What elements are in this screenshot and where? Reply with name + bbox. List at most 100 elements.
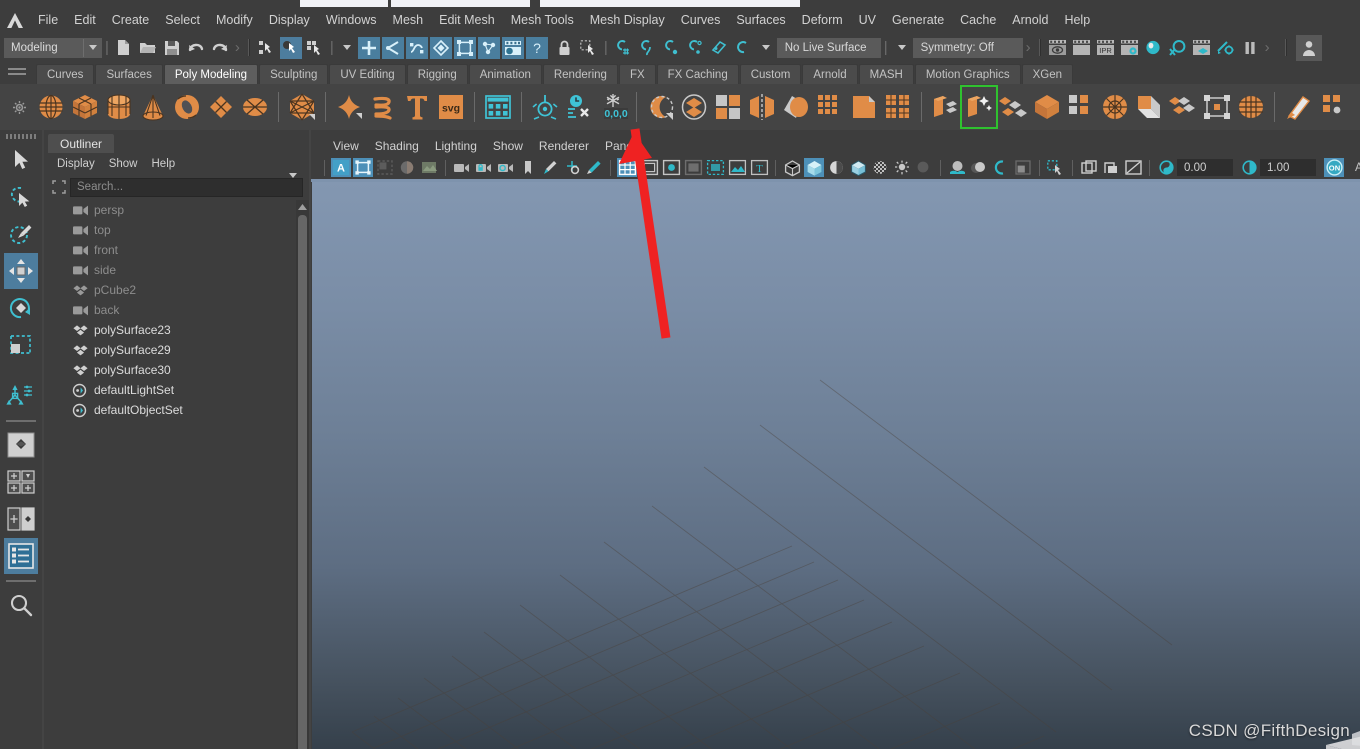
- toolbox-grip-handle[interactable]: [6, 134, 36, 139]
- paint-select-tool-icon[interactable]: [4, 216, 38, 252]
- wireframe-on-shaded-icon[interactable]: [848, 158, 868, 177]
- chevron-down-icon[interactable]: [761, 45, 770, 50]
- undo-icon[interactable]: [185, 37, 207, 59]
- outliner-item[interactable]: defaultLightSet: [49, 380, 303, 400]
- selection-filter-icon[interactable]: [48, 177, 70, 197]
- menu-deform[interactable]: Deform: [794, 7, 851, 33]
- menu-surfaces[interactable]: Surfaces: [728, 7, 793, 33]
- render-current-frame-icon[interactable]: [1047, 37, 1069, 59]
- exposure-icon[interactable]: [1156, 158, 1176, 177]
- render-settings-icon[interactable]: [1119, 37, 1141, 59]
- combine-icon[interactable]: [643, 87, 677, 127]
- menu-create[interactable]: Create: [104, 7, 158, 33]
- safe-action-icon[interactable]: [727, 158, 747, 177]
- grease-pencil-tool-icon[interactable]: [540, 158, 560, 177]
- menu-windows[interactable]: Windows: [318, 7, 385, 33]
- menu-modify[interactable]: Modify: [208, 7, 261, 33]
- extrude-icon[interactable]: [928, 87, 962, 127]
- menu-file[interactable]: File: [30, 7, 66, 33]
- save-scene-icon[interactable]: [161, 37, 183, 59]
- search-icon[interactable]: [4, 587, 38, 623]
- scrollbar-thumb[interactable]: [298, 215, 307, 749]
- multi-cut-icon[interactable]: [960, 85, 998, 129]
- maya-logo-icon[interactable]: [0, 7, 30, 33]
- four-view-layout-icon[interactable]: [4, 464, 38, 500]
- menu-curves[interactable]: Curves: [673, 7, 729, 33]
- menu-arnold[interactable]: Arnold: [1004, 7, 1056, 33]
- poly-disc-icon[interactable]: [238, 87, 272, 127]
- new-scene-icon[interactable]: [113, 37, 135, 59]
- menu-cache[interactable]: Cache: [952, 7, 1004, 33]
- outliner-item[interactable]: persp: [49, 200, 303, 220]
- bookmark-icon[interactable]: [375, 158, 395, 177]
- live-surface-field[interactable]: No Live Surface: [776, 37, 881, 58]
- shelf-tab-rendering[interactable]: Rendering: [542, 64, 618, 84]
- viewport-menu-show[interactable]: Show: [485, 136, 531, 156]
- select-by-component-type-icon[interactable]: [304, 37, 326, 59]
- image-plane-icon[interactable]: [397, 158, 417, 177]
- viewport-menu-panels[interactable]: Panels: [597, 136, 650, 156]
- shelf-tab-curves[interactable]: Curves: [36, 64, 95, 84]
- two-d-pan-zoom-icon[interactable]: [562, 158, 582, 177]
- symmetry-field[interactable]: Symmetry: Off: [912, 37, 1023, 58]
- gate-mask-toggle-icon[interactable]: [683, 158, 703, 177]
- render-view-icon[interactable]: [1191, 37, 1213, 59]
- open-scene-icon[interactable]: [137, 37, 159, 59]
- poly-sphere-icon[interactable]: [34, 87, 68, 127]
- menu-mesh-tools[interactable]: Mesh Tools: [503, 7, 582, 33]
- outliner-item[interactable]: back: [49, 300, 303, 320]
- chevron-down-icon[interactable]: [289, 173, 297, 196]
- poly-plane-icon[interactable]: [204, 87, 238, 127]
- freeze-transformations-icon[interactable]: 0,0,0: [596, 87, 630, 127]
- menu-edit-mesh[interactable]: Edit Mesh: [431, 7, 503, 33]
- isolate-select-icon[interactable]: [1046, 158, 1066, 177]
- poly-cube-icon[interactable]: [68, 87, 102, 127]
- xray-active-components-icon[interactable]: [1123, 158, 1143, 177]
- modeling-toolkit-icon[interactable]: [481, 87, 515, 127]
- menu-generate[interactable]: Generate: [884, 7, 952, 33]
- shelf-tab-animation[interactable]: Animation: [468, 64, 542, 84]
- grid-toggle-icon[interactable]: [617, 158, 637, 177]
- redo-previous-render-icon[interactable]: [1071, 37, 1093, 59]
- viewport-menu-renderer[interactable]: Renderer: [531, 136, 597, 156]
- caret-up-icon[interactable]: [296, 200, 309, 213]
- search-input[interactable]: Search...: [70, 173, 303, 197]
- reduce-icon[interactable]: [813, 87, 847, 127]
- use-default-lighting-icon[interactable]: [892, 158, 912, 177]
- target-weld-icon[interactable]: [996, 87, 1030, 127]
- bridge-icon[interactable]: [1132, 87, 1166, 127]
- select-by-object-type-icon[interactable]: [279, 36, 302, 59]
- exposure-value[interactable]: 0.00: [1177, 159, 1233, 176]
- redo-icon[interactable]: [209, 37, 231, 59]
- outliner-item-list[interactable]: persp top front side pCube2 back polySurface23…: [49, 200, 303, 749]
- hypershade-icon[interactable]: [1143, 37, 1165, 59]
- select-tool-icon[interactable]: [4, 142, 38, 178]
- color-management-on-icon[interactable]: ON: [1324, 158, 1344, 177]
- shelf-tab-uv-editing[interactable]: UV Editing: [329, 64, 406, 84]
- outliner-item[interactable]: defaultObjectSet: [49, 400, 303, 420]
- mask-misc-icon[interactable]: ?: [525, 36, 548, 59]
- outliner-scrollbar[interactable]: [296, 200, 309, 749]
- shelf-tab-poly-modeling[interactable]: Poly Modeling: [163, 64, 259, 84]
- rotate-tool-icon[interactable]: [4, 290, 38, 326]
- outliner-menu-help[interactable]: Help: [145, 154, 183, 174]
- menu-mesh-display[interactable]: Mesh Display: [582, 7, 673, 33]
- outliner-menu-display[interactable]: Display: [50, 154, 102, 174]
- motion-blur-icon[interactable]: [969, 158, 989, 177]
- quad-draw-icon[interactable]: [1315, 87, 1349, 127]
- shelf-tab-fx-caching[interactable]: FX Caching: [656, 64, 739, 84]
- highlight-selection-icon[interactable]: [578, 37, 600, 59]
- outliner-item[interactable]: polySurface30: [49, 360, 303, 380]
- shelf-tab-arnold[interactable]: Arnold: [802, 64, 858, 84]
- gamma-icon[interactable]: [1239, 158, 1259, 177]
- safe-title-icon[interactable]: T: [749, 158, 769, 177]
- poly-type-icon[interactable]: [400, 87, 434, 127]
- menu-mesh[interactable]: Mesh: [385, 7, 432, 33]
- smooth-shade-all-icon[interactable]: [804, 158, 824, 177]
- lock-camera-attr-icon[interactable]: [474, 158, 494, 177]
- shelf-tab-custom[interactable]: Custom: [739, 64, 802, 84]
- mask-curves-icon[interactable]: [405, 36, 428, 59]
- snap-to-curve-icon[interactable]: [636, 37, 658, 59]
- viewport-menu-lighting[interactable]: Lighting: [427, 136, 485, 156]
- mirror-icon[interactable]: [745, 87, 779, 127]
